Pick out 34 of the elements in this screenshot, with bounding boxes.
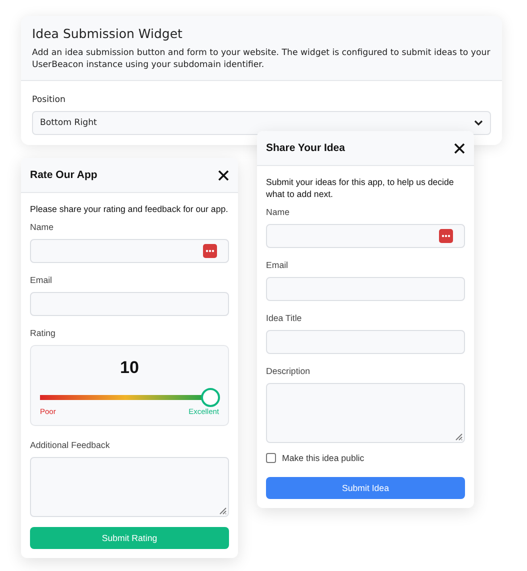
field-label: Email	[266, 260, 289, 270]
password-manager-icon[interactable]	[439, 229, 453, 243]
field-label: Additional Feedback	[30, 440, 111, 450]
input-field[interactable]	[266, 330, 465, 354]
slider-thumb[interactable]	[201, 388, 220, 407]
resize-grip-icon[interactable]	[455, 433, 463, 441]
card-title: Idea Submission Widget	[32, 26, 184, 41]
field-label: Position	[32, 95, 66, 105]
close-icon[interactable]	[454, 142, 465, 154]
submit-button[interactable]: Submit Rating	[30, 527, 229, 549]
field-label: Email	[30, 275, 53, 285]
input-field[interactable]	[266, 277, 465, 301]
checkbox-label: Make this idea public	[282, 453, 364, 463]
checkbox[interactable]	[266, 453, 276, 463]
close-icon[interactable]	[218, 170, 229, 180]
password-manager-icon[interactable]	[203, 244, 217, 258]
card-description: Add an idea submission button and form to your website. The widget is configured to submit ideas to your UserBeacon instance using your subdomain identifier.	[32, 47, 491, 71]
input-field[interactable]	[30, 239, 229, 263]
field-label: Name	[266, 207, 290, 217]
widget-intro: Submit your ideas for this app, to help us decide what to add next.	[266, 176, 455, 200]
widget-intro: Please share your rating and feedback for our app.	[30, 203, 229, 215]
chevron-down-icon	[474, 120, 483, 126]
resize-grip-icon[interactable]	[219, 507, 227, 515]
widget-title: Share Your Idea	[266, 142, 345, 154]
field-label: Description	[266, 366, 312, 376]
field-label: Name	[30, 222, 54, 232]
input-field[interactable]	[30, 292, 229, 316]
rating-value: 10	[119, 358, 140, 378]
submit-button[interactable]: Submit Idea	[266, 477, 465, 499]
position-select[interactable]: Bottom Right	[32, 111, 491, 135]
field-label: Rating	[30, 328, 56, 338]
widget-title: Rate Our App	[30, 169, 98, 181]
input-field[interactable]	[266, 224, 465, 248]
field-label: Idea Title	[266, 313, 303, 323]
